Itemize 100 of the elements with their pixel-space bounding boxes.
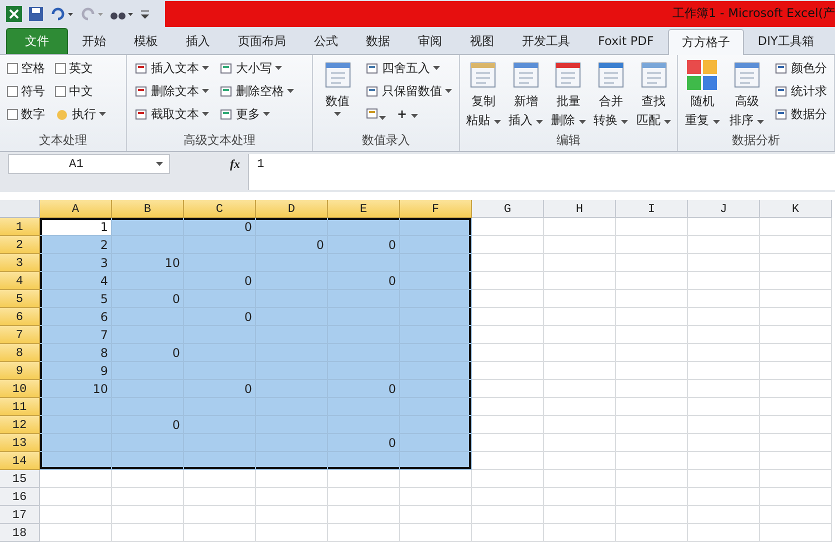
grid-cell — [760, 308, 832, 326]
name-box[interactable]: A1 — [8, 154, 170, 174]
ribbon-tab[interactable]: 模板 — [120, 28, 172, 54]
menu-button[interactable]: 更多 — [217, 104, 296, 124]
menu-button[interactable]: 统计求 — [772, 82, 829, 101]
ribbon-tab[interactable]: 数据 — [352, 28, 404, 54]
row-header[interactable]: 6 — [0, 308, 40, 326]
column-header[interactable]: I — [616, 200, 688, 218]
ribbon-tab[interactable]: 审阅 — [404, 28, 456, 54]
row-header[interactable]: 10 — [0, 380, 40, 398]
grid-cell — [400, 524, 472, 542]
ribbon-tab[interactable]: 插入 — [172, 28, 224, 54]
row-header[interactable]: 11 — [0, 398, 40, 416]
row-header[interactable]: 12 — [0, 416, 40, 434]
row-header[interactable]: 13 — [0, 434, 40, 452]
row-header[interactable]: 7 — [0, 326, 40, 344]
grid-cell — [688, 272, 760, 290]
column-header[interactable]: G — [472, 200, 544, 218]
row-header[interactable]: 4 — [0, 272, 40, 290]
column-header[interactable]: K — [760, 200, 832, 218]
grid-cell — [472, 452, 544, 470]
grid-cell — [688, 488, 760, 506]
dropdown-caret-icon — [757, 120, 764, 124]
ribbon-button[interactable]: 合并 转换 — [592, 58, 630, 131]
save-icon[interactable] — [28, 6, 44, 22]
grid-cell — [472, 398, 544, 416]
dropdown-caret-icon — [379, 116, 386, 120]
row-header[interactable]: 18 — [0, 524, 40, 542]
dropdown-caret-icon — [578, 120, 586, 124]
row-header[interactable]: 16 — [0, 488, 40, 506]
dropdown-caret-icon — [334, 112, 341, 116]
menu-button[interactable]: 颜色分 — [772, 58, 829, 78]
row-header[interactable]: 1 — [0, 218, 40, 236]
checkbox[interactable]: 空格 — [5, 58, 47, 78]
plus-menu-button[interactable]: + — [397, 107, 418, 122]
grid-cell — [544, 218, 616, 236]
ribbon-tab[interactable]: 方方格子 — [668, 28, 744, 55]
column-header[interactable]: F — [400, 200, 472, 218]
ribbon-tab[interactable]: 开发工具 — [508, 28, 584, 54]
formula-field[interactable]: 1 — [248, 154, 835, 190]
checkbox[interactable]: 符号 — [5, 82, 47, 101]
column-header[interactable]: J — [688, 200, 760, 218]
ribbon-tab[interactable]: 开始 — [68, 28, 120, 54]
ribbon-button[interactable]: 新增 插入 — [508, 58, 544, 131]
tool-icon — [365, 106, 379, 120]
column-header[interactable]: E — [328, 200, 400, 218]
ribbon-tab[interactable]: 公式 — [300, 28, 352, 54]
grid-cell — [472, 506, 544, 524]
grid-cell — [256, 218, 328, 236]
ribbon-button[interactable]: 高级 排序 — [728, 58, 766, 131]
menu-button[interactable]: 四舍五入 — [363, 58, 454, 78]
column-header[interactable]: H — [544, 200, 616, 218]
checkbox[interactable]: 数字 — [5, 104, 47, 124]
menu-button[interactable]: 插入文本 — [132, 58, 211, 78]
ribbon-tab[interactable]: 视图 — [456, 28, 508, 54]
ribbon-tab[interactable]: 页面布局 — [224, 28, 300, 54]
grid-cell — [616, 470, 688, 488]
grid-cell — [112, 218, 184, 236]
undo-icon[interactable] — [50, 6, 74, 21]
tool-icon — [219, 107, 233, 122]
grid-cell — [256, 524, 328, 542]
menu-button[interactable]: 删除空格 — [217, 82, 296, 101]
grid-cell — [760, 506, 832, 524]
menu-button[interactable]: 大小写 — [217, 58, 296, 78]
ribbon-button[interactable]: 查找 匹配 — [635, 58, 672, 131]
grid-cell — [760, 344, 832, 362]
column-header[interactable]: D — [256, 200, 328, 218]
row-header[interactable]: 14 — [0, 452, 40, 470]
grid-cell — [688, 326, 760, 344]
row-header[interactable]: 5 — [0, 290, 40, 308]
grid-cell — [616, 452, 688, 470]
dropdown-caret-icon — [621, 120, 628, 124]
grid-cell — [760, 326, 832, 344]
row-header[interactable]: 17 — [0, 506, 40, 524]
row-header[interactable]: 15 — [0, 470, 40, 488]
checkbox[interactable]: 中文 — [53, 82, 108, 101]
ribbon-tab[interactable]: 文件 — [6, 28, 68, 54]
column-header[interactable]: B — [112, 200, 184, 218]
menu-button[interactable]: 只保留数值 — [363, 82, 454, 101]
insert-function-button[interactable]: fx — [170, 154, 248, 188]
ribbon-tab[interactable]: DIY工具箱 — [744, 28, 828, 54]
grid-cell — [256, 470, 328, 488]
row-header[interactable]: 3 — [0, 254, 40, 272]
value-button[interactable]: 数值 — [318, 58, 357, 131]
row-header[interactable]: 9 — [0, 362, 40, 380]
menu-button[interactable]: 数据分 — [772, 104, 829, 124]
ribbon-button[interactable]: 批量 删除 — [550, 58, 587, 131]
menu-button[interactable]: 删除文本 — [132, 82, 211, 101]
row-header[interactable]: 8 — [0, 344, 40, 362]
checkbox[interactable]: 英文 — [53, 58, 108, 78]
row-header[interactable]: 2 — [0, 236, 40, 254]
ribbon-tab[interactable]: Foxit PDF — [584, 28, 668, 54]
column-header[interactable]: A — [40, 200, 112, 218]
ribbon-button[interactable]: 随机 重复 — [683, 58, 722, 131]
menu-button[interactable]: 截取文本 — [132, 104, 211, 124]
run-button[interactable]: 执行 — [53, 104, 108, 124]
ribbon-button[interactable]: 复制 粘贴 — [465, 58, 502, 131]
grid-cell — [472, 308, 544, 326]
column-header[interactable]: C — [184, 200, 256, 218]
grid-cell: 0 — [328, 272, 400, 290]
